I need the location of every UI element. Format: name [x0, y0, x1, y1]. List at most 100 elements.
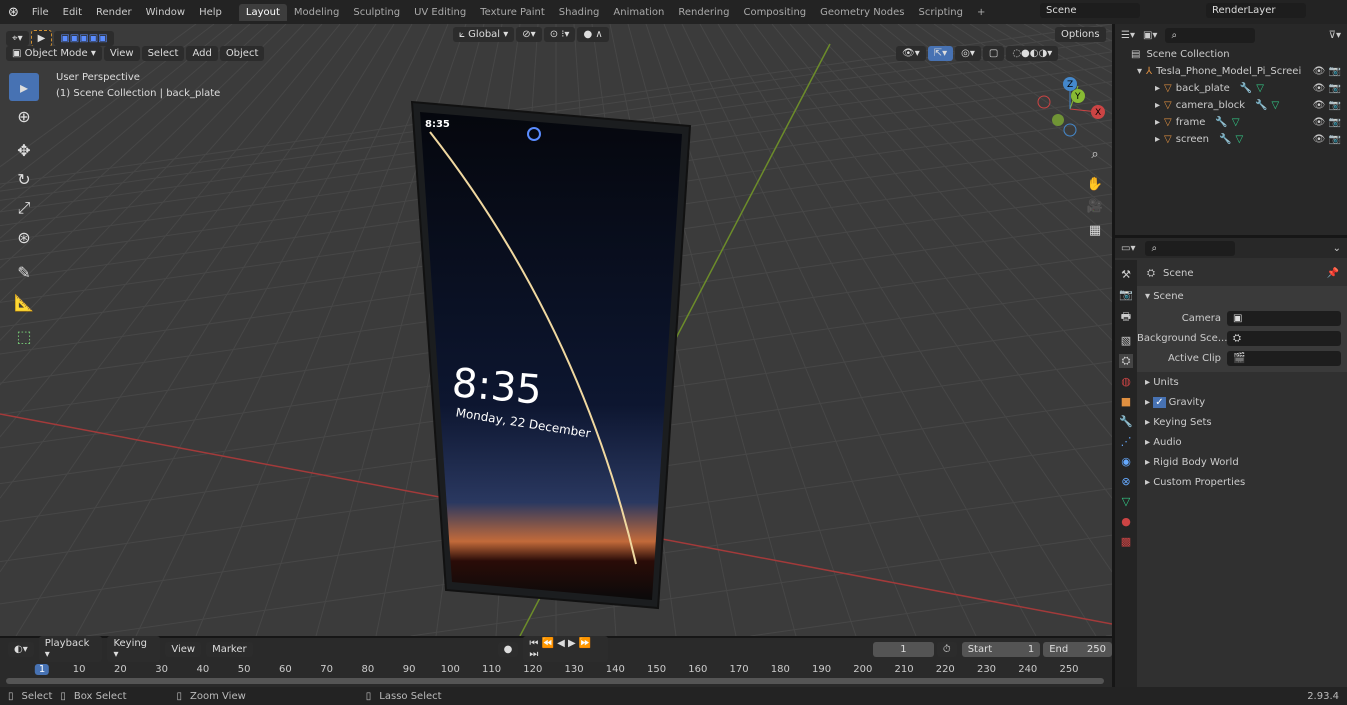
- menu-edit[interactable]: Edit: [56, 4, 89, 21]
- camera-field[interactable]: ▣: [1227, 310, 1341, 326]
- keying-menu[interactable]: Keying ▾: [107, 636, 161, 662]
- menu-help[interactable]: Help: [192, 4, 229, 21]
- menu-render[interactable]: Render: [89, 4, 139, 21]
- data-tab-icon[interactable]: ▽: [1122, 495, 1130, 508]
- editor-type-button[interactable]: ⌖▾: [6, 31, 29, 46]
- add-workspace-icon[interactable]: +: [970, 4, 992, 21]
- scene-tab-icon[interactable]: ⛭: [1118, 354, 1134, 368]
- timeline-scrollbar[interactable]: [6, 678, 1104, 684]
- playback-menu[interactable]: Playback ▾: [38, 636, 103, 662]
- view-layer-selector[interactable]: RenderLayer: [1206, 3, 1306, 18]
- proportional-edit-icon[interactable]: ● ∧: [577, 27, 609, 42]
- properties-editor-type-icon[interactable]: ▭▾: [1121, 243, 1135, 254]
- select-tool-icon[interactable]: ▶: [30, 30, 53, 47]
- tab-shading[interactable]: Shading: [552, 4, 607, 21]
- output-tab-icon[interactable]: 🖶: [1121, 308, 1131, 327]
- visibility-icon[interactable]: 👁▾: [896, 46, 926, 61]
- constraints-tab-icon[interactable]: ⊗: [1121, 475, 1130, 488]
- timeline-view-menu[interactable]: View: [165, 641, 202, 657]
- options-dropdown[interactable]: Options: [1055, 27, 1106, 42]
- tab-layout[interactable]: Layout: [238, 3, 287, 21]
- blender-logo-icon[interactable]: ⊛: [8, 5, 19, 20]
- particles-tab-icon[interactable]: ⋰: [1121, 435, 1132, 448]
- tab-animation[interactable]: Animation: [606, 4, 671, 21]
- visibility-icons[interactable]: 👁 📷: [1313, 66, 1341, 77]
- section-audio[interactable]: ▸ Audio: [1137, 432, 1347, 452]
- add-cube-tool[interactable]: ⬚: [9, 322, 39, 350]
- tool-tab-icon[interactable]: ⚒: [1121, 268, 1131, 281]
- object-tab-icon[interactable]: ■: [1121, 395, 1131, 408]
- outliner-object-back-plate[interactable]: ▸ ▽ back_plate 🔧 ▽ 👁 📷: [1115, 80, 1347, 97]
- section-rigid-body-world[interactable]: ▸ Rigid Body World: [1137, 452, 1347, 472]
- timeline-editor-type-icon[interactable]: ◐▾: [8, 641, 34, 657]
- menu-view[interactable]: View: [103, 46, 140, 61]
- visibility-icons[interactable]: 👁 📷: [1313, 134, 1341, 145]
- scale-tool[interactable]: ⤢: [9, 194, 39, 222]
- xray-icon[interactable]: ▢: [982, 46, 1005, 61]
- menu-file[interactable]: File: [25, 4, 56, 21]
- select-mode-icons[interactable]: ▣▣▣▣▣: [54, 31, 114, 46]
- rotate-tool[interactable]: ↻: [9, 165, 39, 193]
- snap-icon[interactable]: ⊙ ⁝▾: [543, 27, 576, 42]
- section-custom-properties[interactable]: ▸ Custom Properties: [1137, 472, 1347, 492]
- physics-tab-icon[interactable]: ◉: [1121, 455, 1131, 468]
- collapse-icon[interactable]: ⌄: [1333, 243, 1341, 254]
- outliner-collection[interactable]: ▾ ⅄ Tesla_Phone_Model_Pi_Screei 👁 📷: [1115, 63, 1347, 80]
- visibility-icons[interactable]: 👁 📷: [1313, 117, 1341, 128]
- tab-rendering[interactable]: Rendering: [671, 4, 736, 21]
- overlay-toggle-icon[interactable]: ◎▾: [955, 46, 981, 61]
- ortho-toggle-icon[interactable]: ▦: [1080, 216, 1110, 244]
- tab-scripting[interactable]: Scripting: [912, 4, 970, 21]
- zoom-view-icon[interactable]: ⌕: [1080, 140, 1110, 168]
- scene-panel-header[interactable]: ▾ Scene: [1137, 286, 1347, 306]
- filter-icon[interactable]: ⊽▾: [1329, 30, 1341, 41]
- tab-geometry-nodes[interactable]: Geometry Nodes: [813, 4, 911, 21]
- active-clip-field[interactable]: 🎬: [1227, 350, 1341, 366]
- start-frame-field[interactable]: Start 1: [961, 641, 1041, 657]
- measure-tool[interactable]: 📐: [9, 288, 39, 316]
- texture-tab-icon[interactable]: ▩: [1121, 535, 1131, 548]
- tab-sculpting[interactable]: Sculpting: [346, 4, 407, 21]
- gizmo-toggle-icon[interactable]: ⇱▾: [927, 46, 954, 61]
- annotate-tool[interactable]: ✎: [9, 258, 39, 286]
- visibility-icons[interactable]: 👁 📷: [1313, 100, 1341, 111]
- outliner-scene-collection[interactable]: ▤ Scene Collection: [1115, 46, 1347, 63]
- cursor-tool[interactable]: ⊕: [9, 102, 39, 130]
- shading-mode-icons[interactable]: ◌●◐◑▾: [1006, 46, 1059, 61]
- modifier-tab-icon[interactable]: 🔧: [1119, 415, 1133, 428]
- menu-add[interactable]: Add: [186, 46, 218, 61]
- outliner-search-input[interactable]: ⌕: [1165, 27, 1256, 43]
- material-tab-icon[interactable]: ●: [1121, 515, 1131, 528]
- world-tab-icon[interactable]: ◍: [1121, 375, 1131, 388]
- pin-icon[interactable]: 📌: [1327, 268, 1339, 279]
- outliner-object-screen[interactable]: ▸ ▽ screen 🔧 ▽ 👁 📷: [1115, 131, 1347, 148]
- scene-selector[interactable]: Scene: [1040, 3, 1140, 18]
- section-keying-sets[interactable]: ▸ Keying Sets: [1137, 412, 1347, 432]
- playback-controls[interactable]: ⏮ ⏪ ◀ ▶ ⏩ ⏭: [523, 636, 608, 662]
- stopwatch-icon[interactable]: ⏱: [936, 641, 957, 657]
- menu-select[interactable]: Select: [141, 46, 185, 61]
- tab-compositing[interactable]: Compositing: [736, 4, 813, 21]
- end-frame-field[interactable]: End 250: [1043, 641, 1112, 657]
- navigation-gizmo[interactable]: X Y Z: [1030, 74, 1110, 144]
- visibility-icons[interactable]: 👁 📷: [1313, 83, 1341, 94]
- properties-search-input[interactable]: ⌕: [1145, 240, 1236, 256]
- tab-texture-paint[interactable]: Texture Paint: [473, 4, 552, 21]
- mode-dropdown[interactable]: ▣ Object Mode ▾: [6, 46, 102, 61]
- move-tool[interactable]: ✥: [9, 136, 39, 164]
- marker-menu[interactable]: Marker: [206, 641, 253, 657]
- transform-tool[interactable]: ⊛: [9, 223, 39, 251]
- record-icon[interactable]: ●: [497, 641, 519, 657]
- tab-uv-editing[interactable]: UV Editing: [407, 4, 473, 21]
- section-units[interactable]: ▸ Units: [1137, 372, 1347, 392]
- 3d-viewport[interactable]: 8:35 8:35 Monday, 22 December ⌖▾ ▶ ▣▣▣▣▣…: [0, 24, 1112, 636]
- select-box-tool[interactable]: ▸: [9, 73, 39, 101]
- menu-object[interactable]: Object: [219, 46, 265, 61]
- section-gravity[interactable]: ▸ ✓ Gravity: [1137, 392, 1347, 412]
- transform-orientation-dropdown[interactable]: ⟀ Global ▾: [453, 27, 515, 42]
- background-scene-field[interactable]: ⛭: [1227, 330, 1341, 346]
- render-tab-icon[interactable]: 📷: [1119, 288, 1133, 301]
- view-layer-tab-icon[interactable]: ▧: [1121, 334, 1131, 347]
- pivot-icon[interactable]: ⊘▾: [516, 27, 542, 42]
- outliner-editor-type-icon[interactable]: ☰▾: [1121, 30, 1135, 41]
